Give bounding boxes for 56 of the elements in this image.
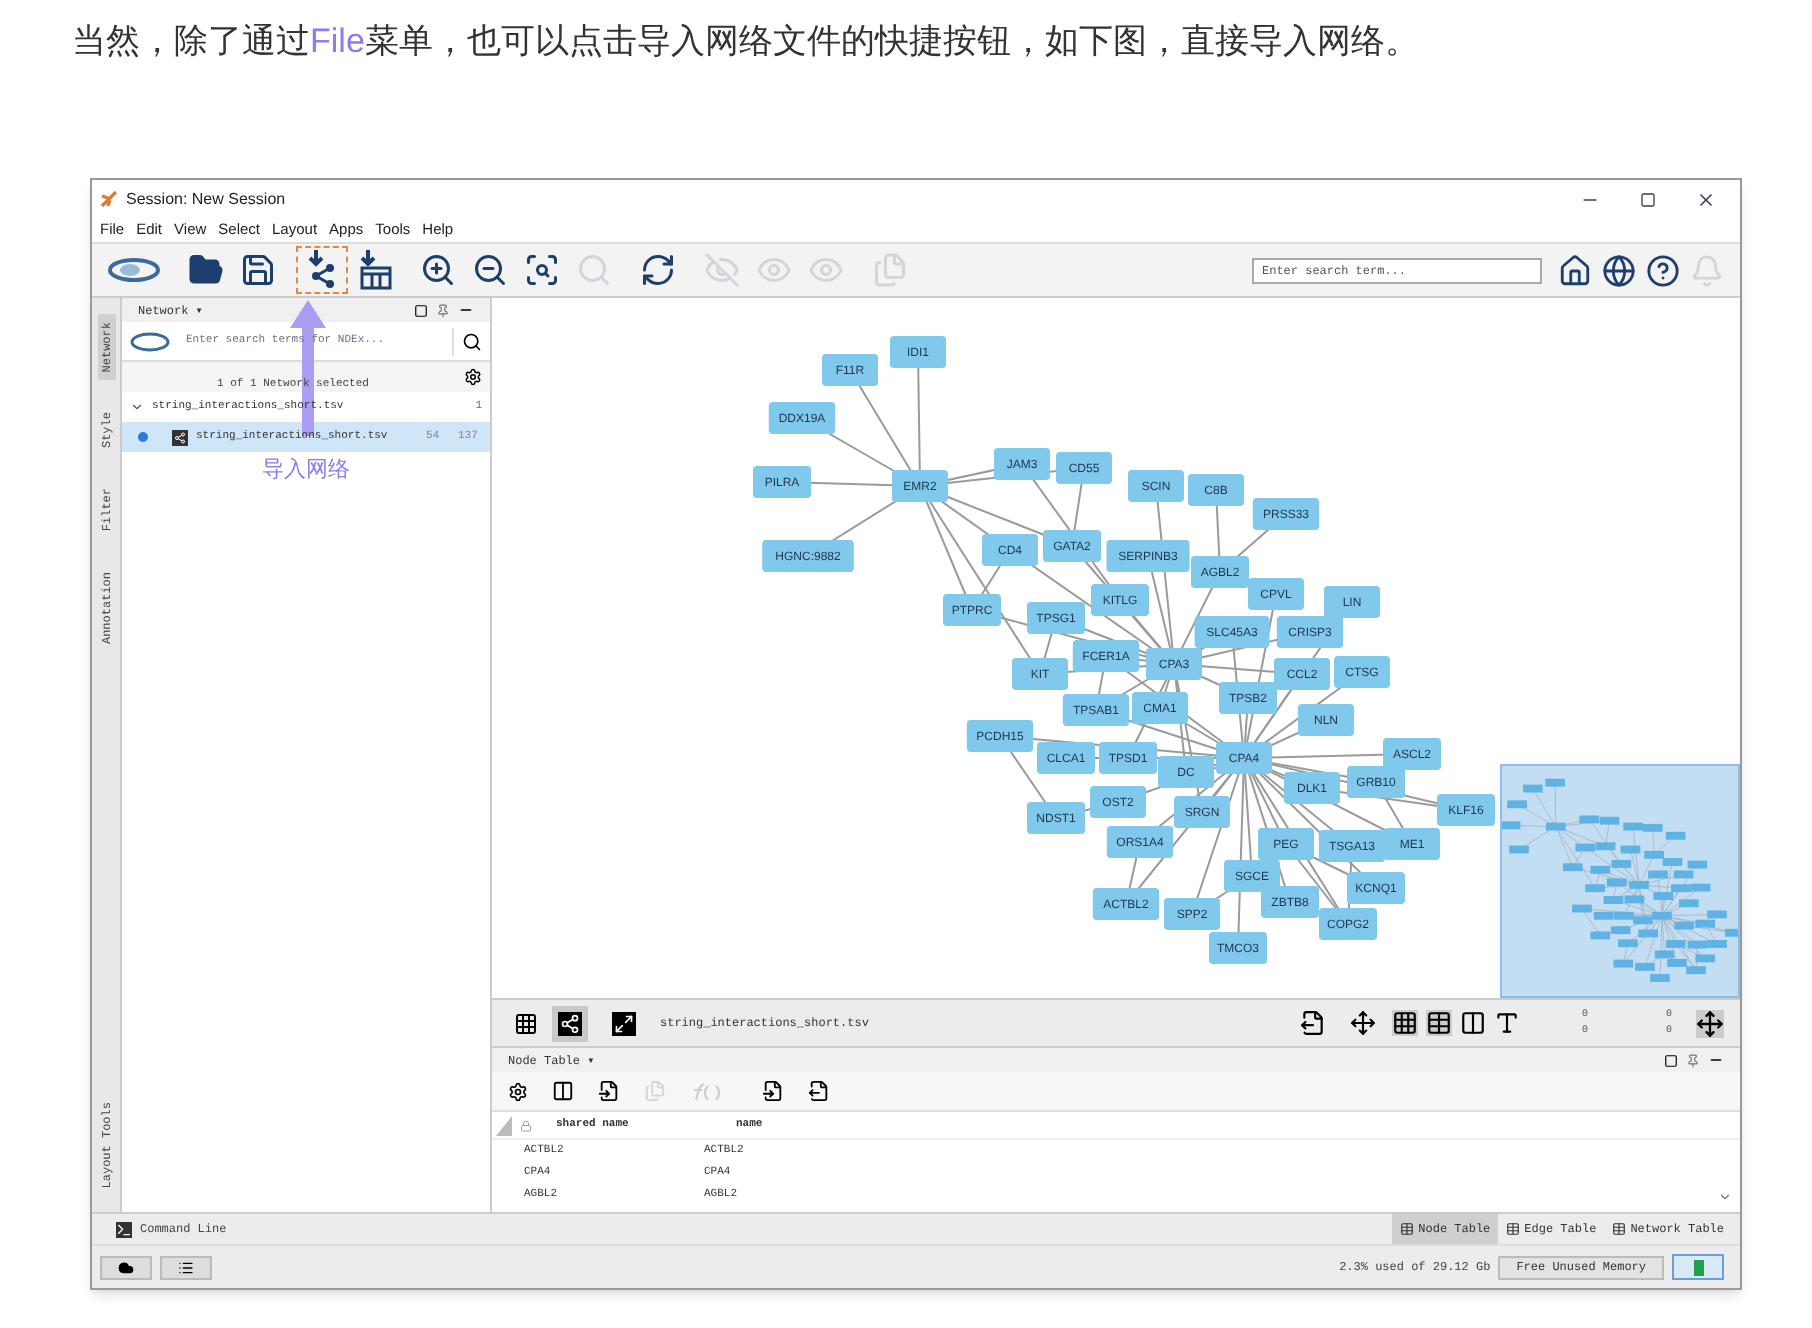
help-icon[interactable]	[1646, 253, 1680, 287]
ndex-logo-icon[interactable]	[130, 331, 170, 351]
move-icon[interactable]	[1350, 1010, 1376, 1036]
export-icon[interactable]	[1300, 1010, 1326, 1036]
view-mode-button[interactable]	[552, 1005, 588, 1041]
pin-icon[interactable]	[1686, 1053, 1700, 1067]
network-icon	[558, 1011, 582, 1035]
terminal-icon	[116, 1221, 132, 1237]
add-column-icon[interactable]	[598, 1080, 620, 1102]
table-icon	[1400, 1222, 1415, 1236]
globe-icon[interactable]	[1602, 253, 1636, 287]
expand-icon[interactable]	[612, 1011, 636, 1035]
navigate-icon[interactable]	[1696, 1009, 1724, 1037]
cloud-icon	[118, 1259, 134, 1275]
zoom-fit-icon[interactable]	[524, 252, 560, 288]
home-icon[interactable]	[1558, 253, 1592, 287]
float-icon[interactable]	[1664, 1053, 1678, 1067]
close-icon[interactable]	[1696, 189, 1716, 209]
table-icon[interactable]	[1426, 1010, 1452, 1036]
logo-icon[interactable]	[108, 256, 160, 284]
lock-icon	[520, 1119, 532, 1131]
pin-icon[interactable]	[436, 303, 450, 317]
selection-grid-icon[interactable]	[1392, 1010, 1418, 1036]
toolbar-button[interactable]	[296, 246, 348, 294]
import-table-icon[interactable]	[356, 250, 392, 290]
chevron-icon[interactable]	[130, 400, 144, 414]
network-icon	[172, 429, 188, 445]
table-icon	[1506, 1222, 1521, 1236]
text-icon[interactable]	[1494, 1010, 1520, 1036]
zoom-out-icon[interactable]	[472, 252, 508, 288]
list-icon	[178, 1259, 194, 1275]
save-icon[interactable]	[240, 252, 276, 288]
sort-icon	[496, 1115, 512, 1135]
annotation-label: 导入网络	[262, 454, 350, 486]
columns-icon[interactable]	[552, 1080, 574, 1102]
cloud-button[interactable]	[100, 1255, 152, 1279]
export-icon[interactable]	[808, 1080, 830, 1102]
settings-icon[interactable]	[464, 368, 482, 386]
scroll-down-icon[interactable]	[1718, 1190, 1732, 1204]
window-title: Session: New Session	[126, 187, 286, 211]
float-icon[interactable]	[414, 303, 428, 317]
search-icon[interactable]	[462, 331, 482, 351]
refresh-icon[interactable]	[640, 252, 676, 288]
columns-icon[interactable]	[1460, 1010, 1486, 1036]
open-folder-icon[interactable]	[188, 252, 224, 288]
grid-icon	[514, 1011, 538, 1035]
list-button[interactable]	[160, 1255, 212, 1279]
maximize-icon[interactable]	[1640, 191, 1656, 207]
memory-indicator	[1672, 1254, 1724, 1280]
app-logo-icon	[100, 190, 118, 208]
settings-icon[interactable]	[508, 1081, 528, 1101]
import-icon[interactable]	[762, 1080, 784, 1102]
import-network-icon[interactable]	[304, 250, 340, 290]
zoom-in-icon[interactable]	[420, 252, 456, 288]
table-icon	[1612, 1222, 1627, 1236]
article-paragraph: 当然，除了通过File菜单，也可以点击导入网络文件的快捷按钮，如下图，直接导入网络。	[70, 20, 1421, 64]
